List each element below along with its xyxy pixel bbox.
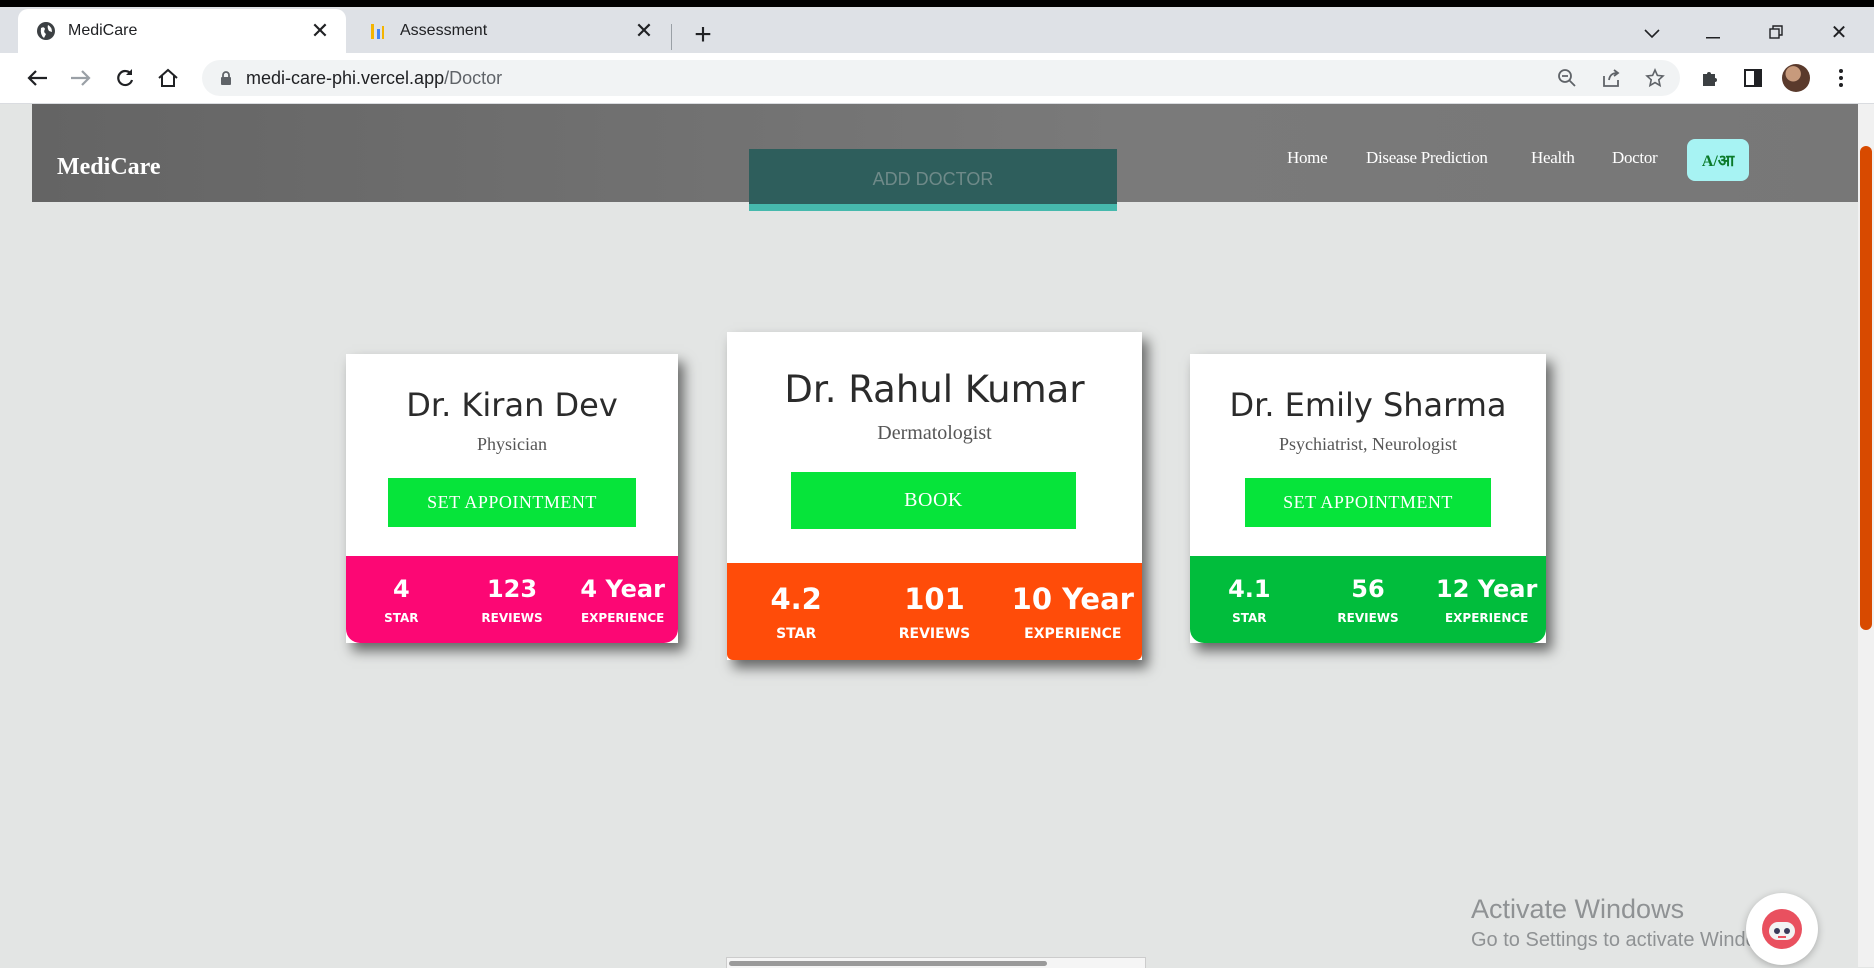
url-text: medi-care-phi.vercel.app/Doctor [246, 68, 502, 89]
add-doctor-button[interactable]: ADD DOCTOR [749, 149, 1117, 211]
browser-tabstrip: MediCare ✕ Assessment ✕ + ✕ [0, 0, 1874, 53]
stat-star: 4 STAR [346, 556, 457, 643]
language-toggle-button[interactable]: A/आ [1687, 139, 1749, 181]
doctor-card-featured: Dr. Rahul Kumar Dermatologist BOOK 4.2 ST… [727, 332, 1142, 660]
home-icon[interactable] [151, 61, 185, 95]
bar-chart-icon [368, 21, 388, 41]
star-value: 4 [392, 574, 410, 603]
experience-label: EXPERIENCE [1024, 625, 1122, 642]
experience-value: 4 Year [580, 574, 665, 603]
tab-search-icon[interactable] [1632, 17, 1672, 49]
horizontal-scrollbar-thumb[interactable] [729, 961, 1047, 966]
watermark-title: Activate Windows [1471, 894, 1685, 924]
stat-reviews: 123 REVIEWS [457, 556, 568, 643]
doctor-card: Dr. Emily Sharma Psychiatrist, Neurologi… [1190, 354, 1546, 643]
tab-title: MediCare [68, 22, 138, 39]
book-button[interactable]: BOOK [791, 472, 1076, 529]
chatbot-button[interactable] [1746, 893, 1818, 965]
reload-icon[interactable] [108, 61, 142, 95]
nav-link-disease-prediction[interactable]: Disease Prediction [1366, 148, 1488, 168]
doctor-name: Dr. Kiran Dev [406, 386, 618, 424]
robot-icon [1762, 909, 1802, 949]
star-label: STAR [384, 610, 419, 625]
set-appointment-button[interactable]: SET APPOINTMENT [388, 478, 636, 527]
restore-icon[interactable] [1756, 17, 1796, 49]
experience-label: EXPERIENCE [580, 610, 665, 625]
stat-reviews: 56 REVIEWS [1309, 556, 1428, 643]
tab-divider [671, 24, 672, 50]
doctor-specialty: Dermatologist [877, 422, 992, 444]
experience-value: 10 Year [1011, 581, 1134, 616]
more-menu-icon[interactable] [1824, 61, 1858, 95]
bookmark-star-icon[interactable] [1638, 61, 1672, 95]
reviews-value: 101 [904, 581, 965, 616]
doctor-stats: 4 STAR 123 REVIEWS 4 Year EXPERIENCE [346, 556, 678, 643]
stat-star: 4.1 STAR [1190, 556, 1309, 643]
url-path: /Doctor [444, 67, 503, 88]
windows-activation-watermark: Activate Windows Go to Settings to activ… [1471, 894, 1787, 952]
avatar [1782, 64, 1810, 92]
tab-assessment[interactable]: Assessment ✕ [350, 9, 670, 53]
extensions-puzzle-icon[interactable] [1693, 61, 1727, 95]
window-close-icon[interactable]: ✕ [1819, 17, 1859, 49]
experience-value: 12 Year [1436, 574, 1538, 603]
stat-experience: 4 Year EXPERIENCE [567, 556, 678, 643]
new-tab-button[interactable]: + [688, 20, 718, 50]
tab-medicare[interactable]: MediCare ✕ [18, 9, 346, 53]
tab-title: Assessment [400, 22, 488, 39]
back-arrow-icon[interactable] [20, 61, 54, 95]
stat-experience: 10 Year EXPERIENCE [1004, 563, 1142, 660]
doctor-name: Dr. Emily Sharma [1229, 386, 1507, 424]
reviews-label: REVIEWS [1337, 610, 1399, 625]
star-value: 4.2 [770, 581, 822, 616]
forward-arrow-icon[interactable] [64, 61, 98, 95]
nav-link-health[interactable]: Health [1531, 148, 1575, 168]
stat-reviews: 101 REVIEWS [865, 563, 1003, 660]
doctor-name: Dr. Rahul Kumar [784, 368, 1085, 411]
browser-toolbar: medi-care-phi.vercel.app/Doctor [0, 53, 1874, 104]
profile-avatar[interactable] [1779, 61, 1813, 95]
reviews-label: REVIEWS [481, 610, 543, 625]
reviews-label: REVIEWS [898, 625, 971, 642]
experience-label: EXPERIENCE [1444, 610, 1529, 625]
watermark-subtitle: Go to Settings to activate Windows. [1471, 929, 1787, 951]
close-icon[interactable]: ✕ [308, 19, 332, 43]
reviews-value: 123 [486, 574, 538, 603]
star-label: STAR [1232, 610, 1267, 625]
stat-star: 4.2 STAR [727, 563, 865, 660]
page-viewport: MediCare Home Disease Prediction Health … [0, 104, 1874, 967]
url-host: medi-care-phi.vercel.app [246, 67, 445, 88]
stat-experience: 12 Year EXPERIENCE [1427, 556, 1546, 643]
close-icon[interactable]: ✕ [632, 19, 656, 43]
nav-link-doctor[interactable]: Doctor [1612, 148, 1658, 168]
side-panel-icon[interactable] [1736, 61, 1770, 95]
address-bar[interactable]: medi-care-phi.vercel.app/Doctor [202, 60, 1680, 96]
zoom-out-icon[interactable] [1550, 61, 1584, 95]
nav-link-home[interactable]: Home [1287, 148, 1328, 168]
lock-icon [218, 70, 234, 86]
reviews-value: 56 [1351, 574, 1385, 603]
minimize-icon[interactable] [1693, 17, 1733, 49]
site-brand[interactable]: MediCare [57, 154, 161, 181]
doctor-card: Dr. Kiran Dev Physician SET APPOINTMENT … [346, 354, 678, 643]
set-appointment-button[interactable]: SET APPOINTMENT [1245, 478, 1491, 527]
globe-icon [36, 21, 56, 41]
share-icon[interactable] [1594, 61, 1628, 95]
doctor-stats: 4.2 STAR 101 REVIEWS 10 Year EXPERIENCE [727, 563, 1142, 660]
star-label: STAR [776, 625, 817, 642]
doctor-stats: 4.1 STAR 56 REVIEWS 12 Year EXPERIENCE [1190, 556, 1546, 643]
vertical-scrollbar-thumb[interactable] [1860, 146, 1872, 630]
doctor-specialty: Physician [477, 434, 547, 454]
doctor-specialty: Psychiatrist, Neurologist [1279, 434, 1457, 454]
star-value: 4.1 [1228, 574, 1271, 603]
horizontal-scrollbar[interactable] [726, 957, 1146, 968]
